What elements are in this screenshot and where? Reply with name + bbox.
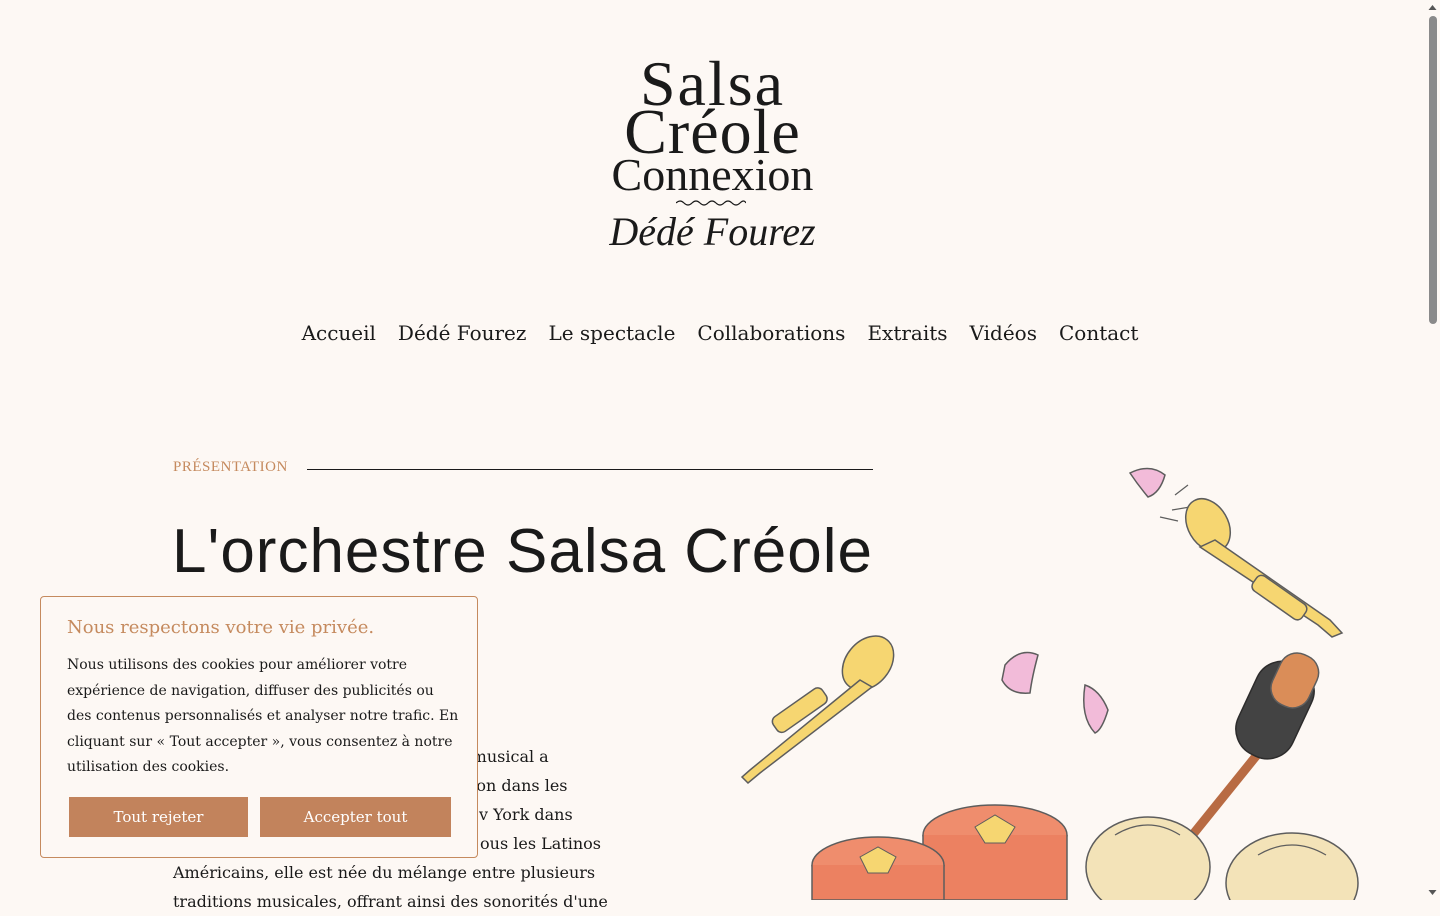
reject-all-button[interactable]: Tout rejeter bbox=[69, 797, 248, 837]
accept-all-button[interactable]: Accepter tout bbox=[260, 797, 451, 837]
nav-item-contact[interactable]: Contact bbox=[1059, 318, 1138, 348]
scroll-thumb[interactable] bbox=[1429, 16, 1437, 324]
trumpet-icon bbox=[740, 635, 895, 785]
nav-item-dede-fourez[interactable]: Dédé Fourez bbox=[398, 318, 527, 348]
trumpet-icon bbox=[1184, 498, 1344, 638]
section-eyebrow: PRÉSENTATION bbox=[173, 459, 288, 475]
nav-item-extraits[interactable]: Extraits bbox=[867, 318, 947, 348]
main-nav: Accueil Dédé Fourez Le spectacle Collabo… bbox=[0, 318, 1440, 348]
nav-item-le-spectacle[interactable]: Le spectacle bbox=[548, 318, 675, 348]
body-line: traditions musicales, offrant ainsi des … bbox=[173, 892, 608, 911]
scroll-up-icon[interactable] bbox=[1428, 3, 1437, 12]
body-line: Américains, elle est née du mélange entr… bbox=[173, 863, 596, 882]
nav-item-accueil[interactable]: Accueil bbox=[302, 318, 376, 348]
page-scrollbar[interactable] bbox=[1425, 0, 1440, 900]
garlic-icon bbox=[1128, 467, 1191, 522]
nav-item-collaborations[interactable]: Collaborations bbox=[697, 318, 845, 348]
tomato-icon bbox=[811, 836, 945, 900]
cookie-title: Nous respectons votre vie privée. bbox=[67, 617, 375, 638]
logo-line-connexion: Connexion bbox=[611, 149, 814, 200]
music-food-illustration bbox=[740, 467, 1359, 900]
garlic-icon bbox=[1001, 651, 1039, 694]
logo-line-artist: Dédé Fourez bbox=[609, 209, 816, 254]
scroll-down-icon[interactable] bbox=[1428, 888, 1437, 897]
onion-icon bbox=[1225, 832, 1359, 900]
cookie-consent-dialog: Nous respectons votre vie privée. Nous u… bbox=[40, 596, 478, 858]
logo-wave-divider bbox=[676, 200, 746, 206]
cookie-text: Nous utilisons des cookies pour améliore… bbox=[67, 657, 459, 775]
nav-item-videos[interactable]: Vidéos bbox=[970, 318, 1037, 348]
site-logo[interactable]: Salsa Créole Connexion Dédé Fourez bbox=[600, 52, 825, 257]
garlic-icon bbox=[1083, 684, 1109, 734]
